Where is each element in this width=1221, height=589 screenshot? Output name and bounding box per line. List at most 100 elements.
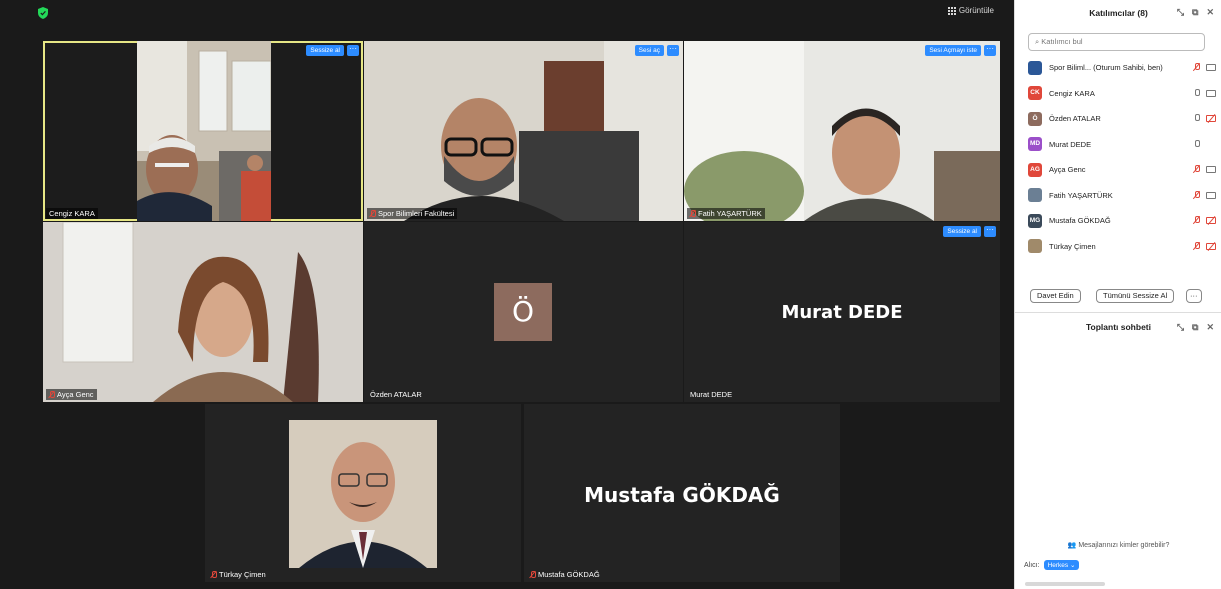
video-tile-mustafa[interactable]: Mustafa GÖKDAĞ Mustafa GÖKDAĞ bbox=[524, 404, 840, 582]
participant-row[interactable]: MD Murat DEDE bbox=[1028, 132, 1218, 158]
mute-button[interactable]: Sessize al bbox=[306, 45, 344, 56]
participant-name-tag: Özden ATALAR bbox=[367, 389, 425, 400]
pop-out-icon[interactable]: ⧉ bbox=[1192, 322, 1198, 333]
panel-more-button[interactable]: ··· bbox=[1186, 289, 1202, 303]
mute-all-button[interactable]: Tümünü Sessize Al bbox=[1096, 289, 1175, 303]
camera-off-icon[interactable] bbox=[1206, 115, 1216, 123]
mic-muted-icon[interactable] bbox=[1194, 241, 1200, 251]
message-visibility-text: Mesajlarınızı kimler görebilir? bbox=[1078, 542, 1170, 549]
side-panel: Katılımcılar (8) ⤡ ⧉ ✕ ⌕ Katılımcı bul S… bbox=[1014, 0, 1221, 589]
participant-name: Spor Bilimleri Fakültesi bbox=[378, 209, 455, 218]
video-tile-ayca[interactable]: Ayça Genc bbox=[43, 222, 363, 402]
participant-avatar: MG bbox=[1028, 213, 1042, 228]
chat-input-placeholder[interactable] bbox=[1025, 582, 1105, 586]
tile-more-button[interactable]: ··· bbox=[984, 226, 996, 237]
tile-more-button[interactable]: ··· bbox=[667, 45, 679, 56]
mic-muted-icon bbox=[370, 210, 376, 217]
participant-avatar: MD bbox=[1028, 137, 1042, 152]
participant-avatar: Ö bbox=[1028, 111, 1042, 126]
grid-view-icon bbox=[947, 6, 956, 15]
people-icon: 👥 bbox=[1067, 542, 1077, 549]
participants-header: Katılımcılar (8) ⤡ ⧉ ✕ bbox=[1015, 0, 1221, 26]
participant-avatar: Ö bbox=[494, 283, 552, 341]
collapse-icon[interactable]: ⤡ bbox=[1177, 7, 1184, 18]
chat-header: Toplantı sohbeti ⤡ ⧉ ✕ bbox=[1015, 312, 1221, 340]
video-feed-fatih bbox=[684, 41, 1000, 221]
security-shield-icon[interactable] bbox=[38, 7, 48, 19]
video-feed-turkay bbox=[289, 420, 437, 568]
participant-row[interactable]: CK Cengiz KARA bbox=[1028, 81, 1218, 107]
participant-name: Cengiz KARA bbox=[49, 209, 95, 218]
participant-avatar bbox=[1028, 239, 1042, 254]
participant-row[interactable]: MG Mustafa GÖKDAĞ bbox=[1028, 208, 1218, 234]
video-tile-turkay[interactable]: Türkay Çimen bbox=[205, 404, 521, 582]
chat-header-icons: ⤡ ⧉ ✕ bbox=[1177, 322, 1214, 333]
mic-muted-icon bbox=[530, 571, 536, 578]
participants-title: Katılımcılar (8) bbox=[1089, 8, 1148, 18]
participant-name: Ayça Genc bbox=[57, 390, 94, 399]
tile-more-button[interactable]: ··· bbox=[984, 45, 996, 56]
ask-unmute-button[interactable]: Sesi Açmayı iste bbox=[925, 45, 981, 56]
invite-button[interactable]: Davet Edin bbox=[1030, 289, 1081, 303]
participant-status-icons bbox=[1194, 190, 1216, 200]
recipient-value: Herkes bbox=[1047, 562, 1069, 569]
camera-icon[interactable] bbox=[1206, 166, 1216, 174]
pop-out-icon[interactable]: ⧉ bbox=[1192, 7, 1198, 18]
participant-status-icons bbox=[1194, 63, 1216, 72]
mic-muted-icon[interactable] bbox=[1194, 190, 1200, 200]
participant-name: Mustafa GÖKDAĞ bbox=[538, 570, 600, 579]
mic-icon[interactable] bbox=[1194, 114, 1200, 123]
participant-row[interactable]: Ö Özden ATALAR bbox=[1028, 106, 1218, 132]
camera-icon[interactable] bbox=[1206, 64, 1216, 72]
recipient-row: Alıcı: Herkes ⌄ bbox=[1024, 560, 1080, 570]
participant-name-tag: Ayça Genc bbox=[46, 389, 97, 400]
camera-off-icon[interactable] bbox=[1206, 242, 1216, 250]
participant-status-icons bbox=[1194, 139, 1216, 149]
participant-status-icons bbox=[1194, 165, 1216, 174]
video-tile-ozden[interactable]: Ö Özden ATALAR bbox=[364, 222, 683, 402]
search-placeholder: Katılımcı bul bbox=[1041, 37, 1083, 46]
tile-more-button[interactable]: ··· bbox=[347, 45, 359, 56]
participant-name: Cengiz KARA bbox=[1049, 88, 1095, 98]
participant-name-tag: Fatih YAŞARTÜRK bbox=[687, 208, 765, 219]
participant-row[interactable]: Fatih YAŞARTÜRK bbox=[1028, 183, 1218, 209]
view-button[interactable]: Görüntüle bbox=[947, 6, 994, 15]
recipient-select[interactable]: Herkes ⌄ bbox=[1043, 560, 1080, 570]
unmute-button[interactable]: Sesi aç bbox=[634, 45, 664, 56]
participant-row[interactable]: Türkay Çimen bbox=[1028, 234, 1218, 260]
mic-icon[interactable] bbox=[1194, 88, 1200, 98]
participant-name-tag: Türkay Çimen bbox=[208, 569, 269, 580]
participant-row[interactable]: Spor Biliml... (Oturum Sahibi, ben) bbox=[1028, 55, 1218, 81]
participant-search-input[interactable]: ⌕ Katılımcı bul bbox=[1028, 33, 1205, 51]
camera-icon[interactable] bbox=[1206, 89, 1216, 97]
video-tile-fatih[interactable]: Sesi Açmayı iste ··· Fatih YAŞARTÜRK bbox=[684, 41, 1000, 221]
mic-muted-icon bbox=[690, 210, 696, 217]
participant-name-tag: Mustafa GÖKDAĞ bbox=[527, 569, 603, 580]
participant-avatar bbox=[1028, 188, 1042, 203]
video-tile-spor[interactable]: Sesi aç ··· Spor Bilimleri Fakültesi bbox=[364, 41, 683, 221]
participant-name: Fatih YAŞARTÜRK bbox=[698, 209, 762, 218]
mic-muted-icon[interactable] bbox=[1194, 216, 1200, 225]
mute-button[interactable]: Sessize al bbox=[943, 226, 981, 237]
mic-muted-icon bbox=[211, 571, 217, 578]
video-tile-murat[interactable]: Murat DEDE Sessize al ··· Murat DEDE bbox=[684, 222, 1000, 402]
chat-title: Toplantı sohbeti bbox=[1085, 321, 1151, 332]
participant-row[interactable]: AG Ayça Genc bbox=[1028, 157, 1218, 183]
camera-icon[interactable] bbox=[1206, 191, 1216, 199]
message-visibility-link[interactable]: 👥 Mesajlarınızı kimler görebilir? bbox=[1015, 541, 1221, 549]
participant-name: Özden ATALAR bbox=[1049, 114, 1101, 124]
video-tile-cengiz[interactable]: Sessize al ··· Cengiz KARA bbox=[43, 41, 363, 221]
participant-avatar: CK bbox=[1028, 86, 1042, 101]
participant-status-icons bbox=[1194, 114, 1216, 123]
recipient-label: Alıcı: bbox=[1024, 561, 1040, 569]
participant-status-icons bbox=[1194, 241, 1216, 251]
collapse-icon[interactable]: ⤡ bbox=[1177, 322, 1184, 333]
mic-muted-icon[interactable] bbox=[1194, 165, 1200, 174]
mic-icon[interactable] bbox=[1194, 139, 1200, 149]
participant-name: Murat DEDE bbox=[1049, 139, 1092, 149]
mic-muted-icon[interactable] bbox=[1194, 63, 1200, 72]
close-icon[interactable]: ✕ bbox=[1206, 7, 1214, 18]
participant-name: Özden ATALAR bbox=[370, 390, 422, 399]
camera-off-icon[interactable] bbox=[1206, 217, 1216, 225]
close-icon[interactable]: ✕ bbox=[1206, 322, 1214, 333]
